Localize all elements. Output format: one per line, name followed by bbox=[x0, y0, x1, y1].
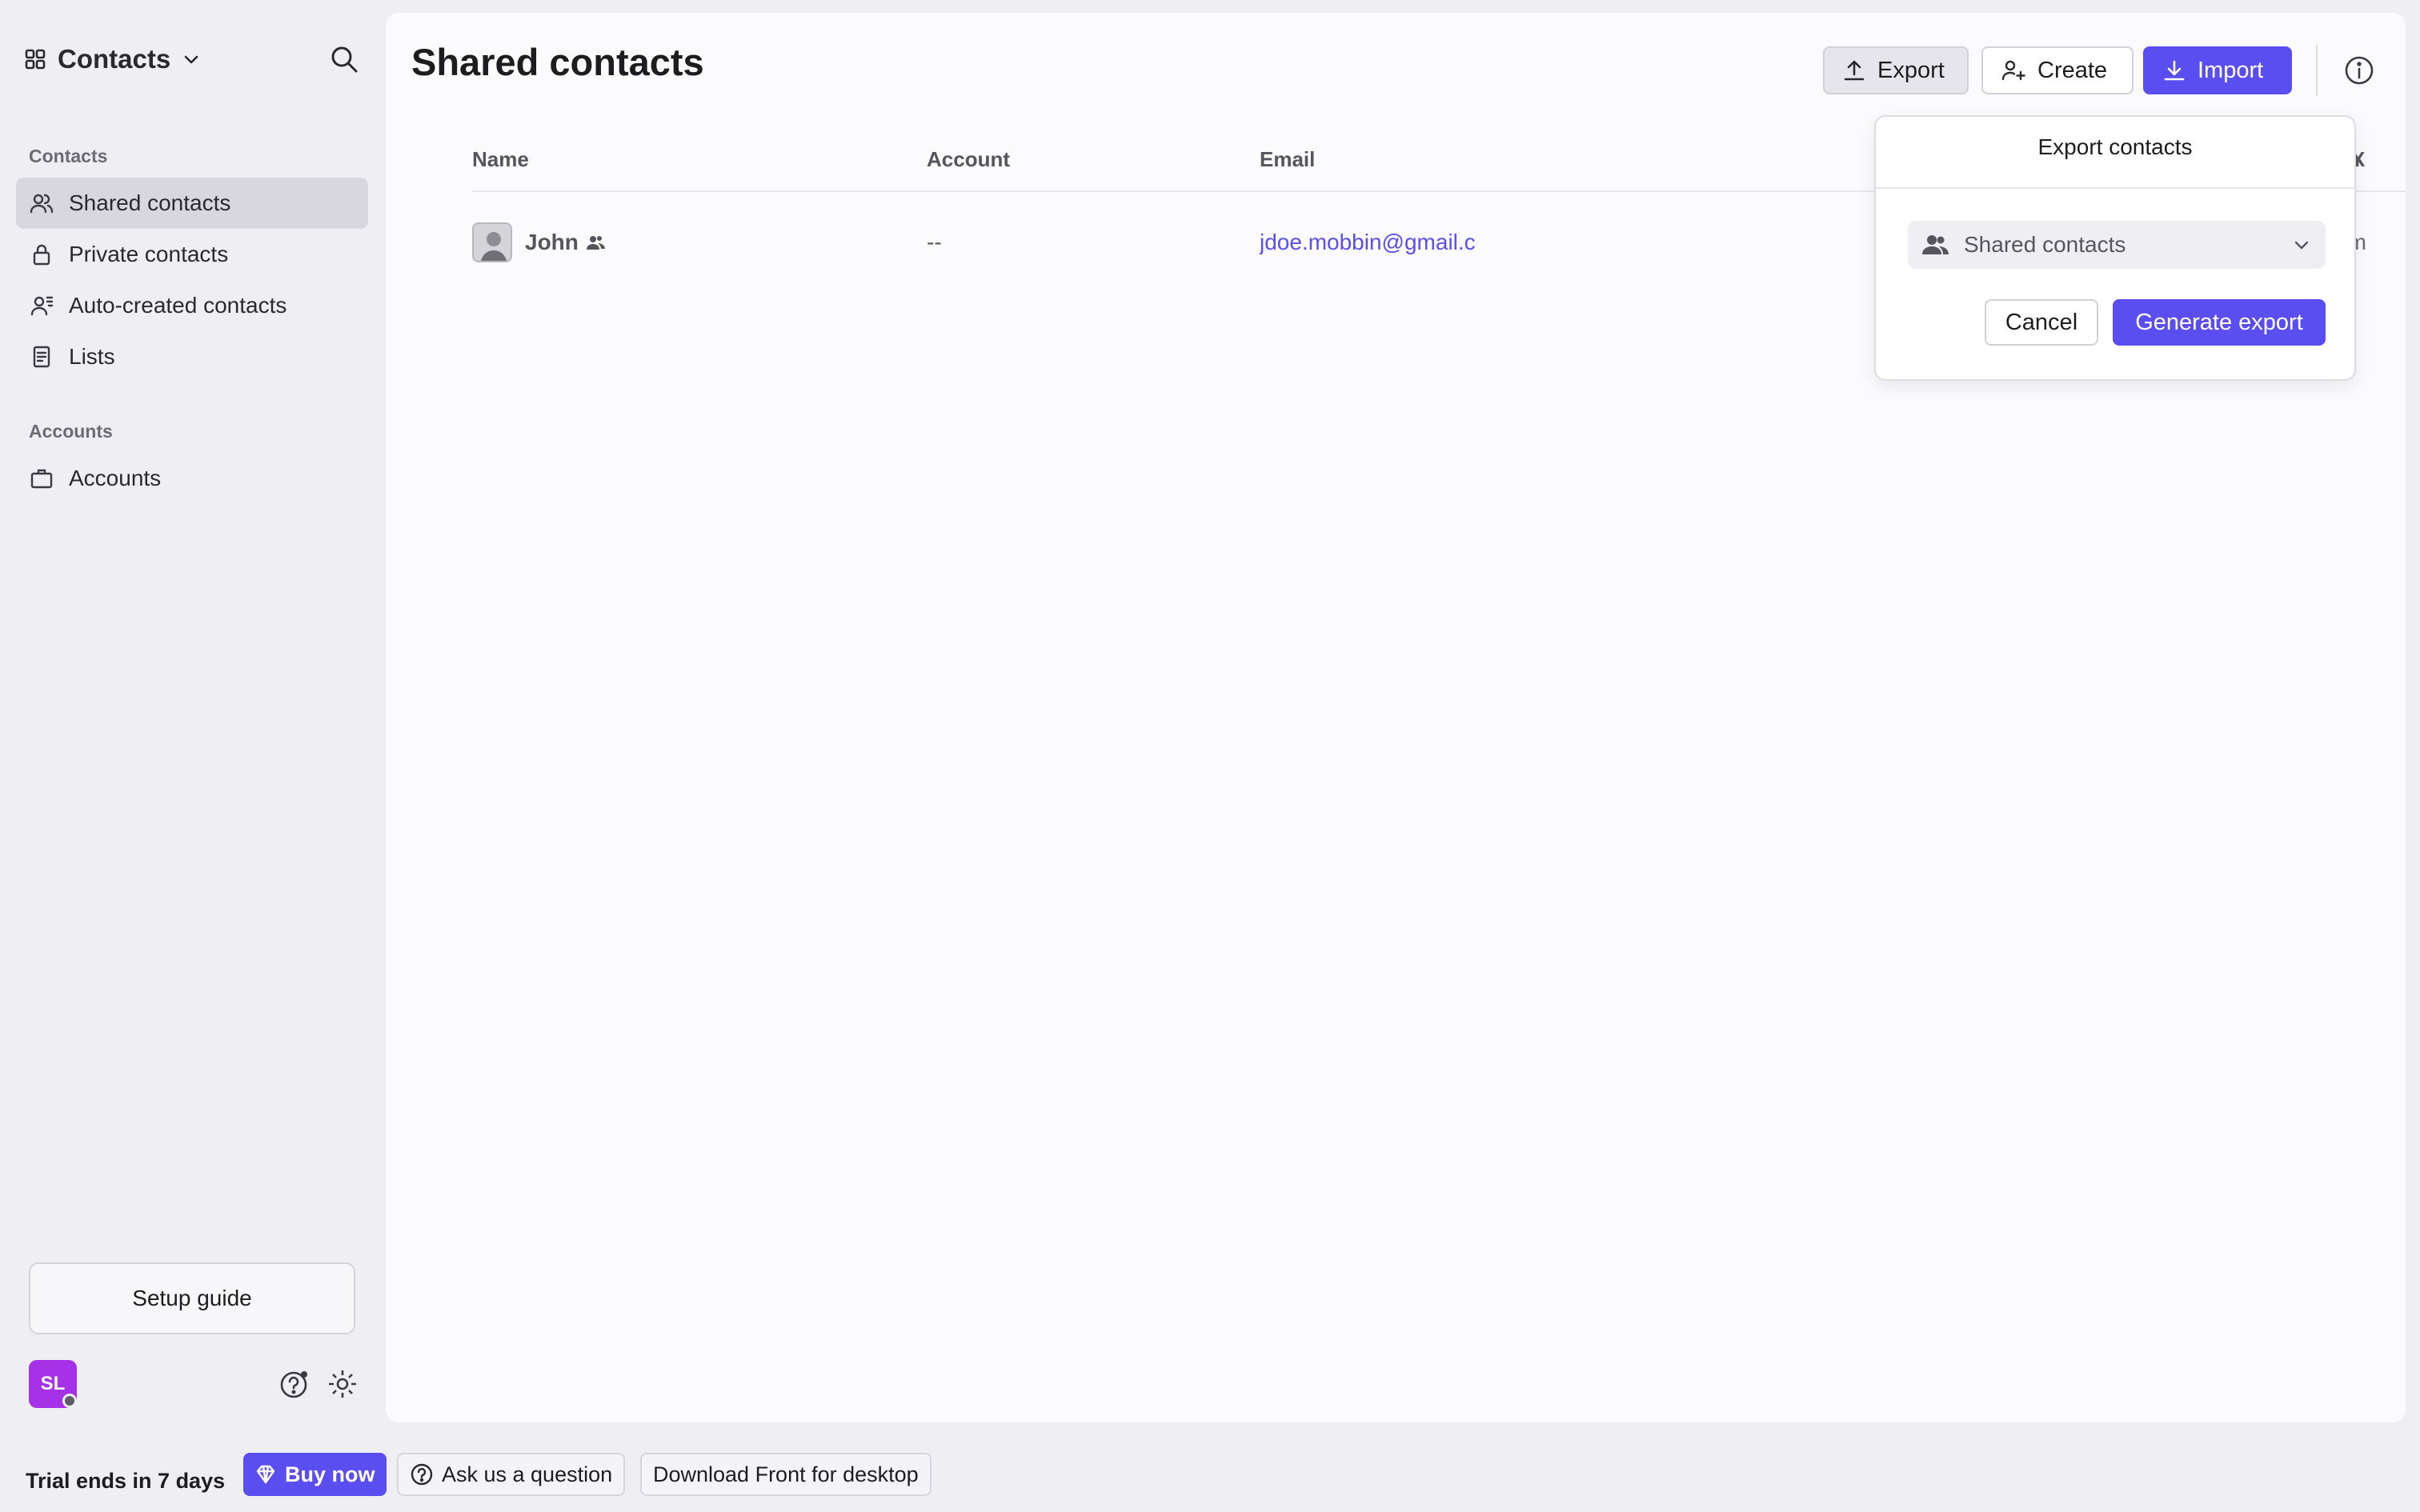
sidebar-item-label: Accounts bbox=[69, 466, 162, 490]
users-icon bbox=[29, 190, 54, 216]
sidebar-item-shared-contacts[interactable]: Shared contacts bbox=[16, 178, 368, 229]
main-panel: Shared contacts Export Create Import Nam… bbox=[386, 13, 2406, 1422]
export-source-value: Shared contacts bbox=[1964, 232, 2126, 257]
sidebar: Contacts Contacts Shared contacts Privat… bbox=[0, 0, 381, 1450]
question-icon bbox=[410, 1462, 434, 1486]
sidebar-item-auto-created-contacts[interactable]: Auto-created contacts bbox=[16, 280, 368, 331]
grid-icon bbox=[24, 48, 46, 70]
cell-account: -- bbox=[927, 230, 942, 254]
setup-guide-button[interactable]: Setup guide bbox=[29, 1262, 355, 1334]
sidebar-item-label: Private contacts bbox=[69, 242, 229, 266]
search-icon bbox=[329, 44, 359, 74]
export-label: Export bbox=[1877, 57, 1945, 83]
sidebar-item-label: Auto-created contacts bbox=[69, 293, 287, 318]
sidebar-item-lists[interactable]: Lists bbox=[16, 331, 368, 382]
export-popover: Export contacts Shared contacts Cancel G… bbox=[1874, 115, 2356, 381]
list-icon bbox=[29, 344, 54, 370]
buy-now-button[interactable]: Buy now bbox=[243, 1453, 387, 1496]
toolbar-divider bbox=[2316, 45, 2318, 96]
create-label: Create bbox=[2037, 57, 2108, 83]
help-icon bbox=[278, 1368, 311, 1400]
settings-button[interactable] bbox=[323, 1365, 362, 1403]
page-title: Shared contacts bbox=[411, 41, 704, 83]
info-icon bbox=[2343, 54, 2375, 86]
contact-name[interactable]: John bbox=[525, 230, 579, 255]
export-button[interactable]: Export bbox=[1823, 46, 1969, 94]
workspace-title: Contacts bbox=[58, 44, 171, 74]
sidebar-item-label: Shared contacts bbox=[69, 190, 231, 215]
workspace-switcher[interactable]: Contacts bbox=[24, 42, 201, 77]
download-desktop-button[interactable]: Download Front for desktop bbox=[640, 1453, 932, 1496]
briefcase-icon bbox=[29, 466, 54, 491]
ask-question-button[interactable]: Ask us a question bbox=[397, 1453, 626, 1496]
search-button[interactable] bbox=[327, 42, 362, 77]
import-label: Import bbox=[2198, 57, 2264, 83]
table-row[interactable]: John bbox=[472, 222, 606, 262]
info-button[interactable] bbox=[2342, 53, 2377, 88]
section-label-contacts: Contacts bbox=[29, 146, 108, 166]
contact-photo bbox=[472, 222, 512, 262]
help-button[interactable] bbox=[275, 1365, 314, 1403]
trial-status: Trial ends in 7 days bbox=[26, 1468, 226, 1493]
lock-icon bbox=[29, 242, 54, 267]
cancel-button[interactable]: Cancel bbox=[1985, 299, 2098, 346]
export-source-select[interactable]: Shared contacts bbox=[1908, 221, 2326, 269]
ask-question-label: Ask us a question bbox=[442, 1462, 613, 1486]
add-user-icon bbox=[2001, 58, 2026, 82]
column-header-email[interactable]: Email bbox=[1260, 147, 1315, 172]
download-icon bbox=[2162, 58, 2186, 82]
chevron-down-icon bbox=[182, 50, 201, 69]
popover-divider bbox=[1876, 187, 2354, 189]
import-button[interactable]: Import bbox=[2143, 46, 2292, 94]
gear-icon bbox=[327, 1368, 359, 1400]
shared-users-icon bbox=[586, 234, 606, 251]
auto-user-icon bbox=[29, 293, 54, 318]
column-header-name[interactable]: Name bbox=[472, 147, 529, 172]
sidebar-item-label: Lists bbox=[69, 344, 115, 369]
create-button[interactable]: Create bbox=[1981, 46, 2134, 94]
sidebar-item-private-contacts[interactable]: Private contacts bbox=[16, 229, 368, 280]
upload-icon bbox=[1842, 58, 1866, 82]
presence-dot bbox=[62, 1394, 77, 1408]
section-label-accounts: Accounts bbox=[29, 421, 113, 442]
column-header-account[interactable]: Account bbox=[927, 147, 1010, 172]
sidebar-item-accounts[interactable]: Accounts bbox=[16, 453, 368, 504]
cell-email[interactable]: jdoe.mobbin@gmail.c bbox=[1260, 222, 1500, 262]
popover-title: Export contacts bbox=[2037, 134, 2193, 159]
users-icon bbox=[1922, 234, 1949, 256]
buy-now-label: Buy now bbox=[285, 1462, 375, 1486]
chevron-down-icon bbox=[2292, 235, 2311, 254]
generate-export-button[interactable]: Generate export bbox=[2113, 299, 2326, 346]
diamond-icon bbox=[254, 1463, 277, 1486]
